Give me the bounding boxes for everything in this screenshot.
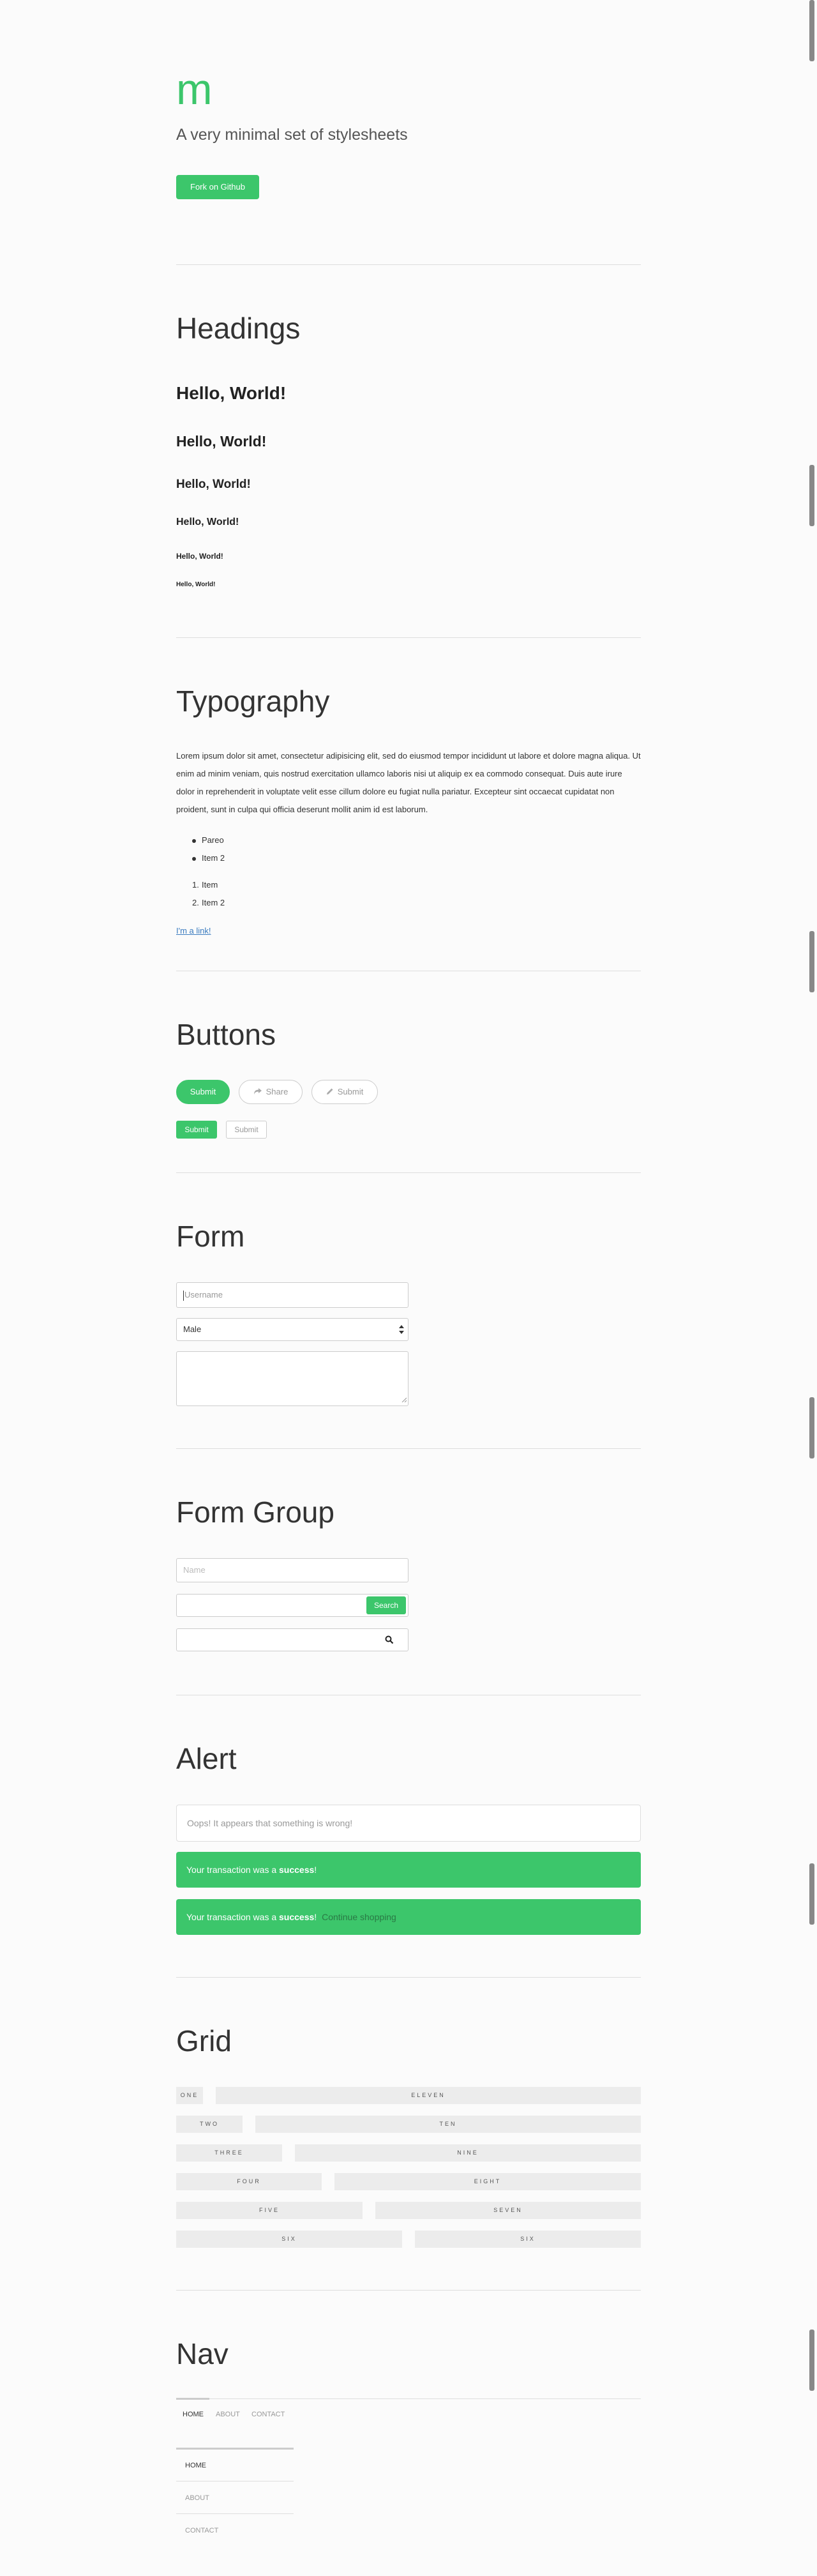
divider [176,264,641,265]
heading-h4-sample: Hello, World! [176,517,239,527]
heading-h2-sample: Hello, World! [176,433,267,450]
pencil-icon [326,1081,334,1104]
scrollbar-thumb[interactable] [809,1863,814,1925]
ordered-number: 2. [192,898,199,907]
share-pill-button[interactable]: Share [239,1080,303,1104]
side-nav-item-about[interactable]: ABOUT [176,2482,294,2514]
divider [176,1172,641,1173]
submit-with-icon-button[interactable]: Submit [311,1080,378,1104]
ordered-list-item: Item 2 [202,898,225,907]
scrollbar-thumb[interactable] [809,0,814,61]
divider [176,2290,641,2291]
message-textarea[interactable] [176,1351,408,1406]
success-alert-text: Your transaction was a [186,1912,280,1922]
scrollbar-thumb[interactable] [809,2330,814,2391]
grid-cell-five: five [176,2202,363,2219]
ordered-list-item: Item [202,880,218,890]
lorem-paragraph: Lorem ipsum dolor sit amet, consectetur … [176,751,641,814]
tagline: A very minimal set of stylesheets [176,126,408,144]
scrollbar-thumb[interactable] [809,931,814,992]
divider [176,1977,641,1978]
nav-top-border [176,2398,641,2399]
side-nav-item-contact[interactable]: CONTACT [176,2515,294,2547]
gender-select[interactable]: Male [176,1318,408,1341]
username-placeholder: Username [184,1290,223,1299]
ordered-number: 1. [192,880,199,890]
section-title-grid: Grid [176,2024,232,2057]
grid-cell-eleven: eleven [216,2087,641,2104]
submit-pill-button[interactable]: Submit [176,1080,230,1104]
nav-item-about[interactable]: ABOUT [216,2411,240,2418]
gender-select-value: Male [183,1324,202,1334]
section-title-alert: Alert [176,1742,237,1775]
section-title-form: Form [176,1220,245,1253]
search-input[interactable]: Search [176,1594,408,1617]
search-icon[interactable] [385,1635,394,1646]
grid-cell-eight: eight [334,2173,641,2190]
grid-cell-one: one [176,2087,203,2104]
submit-small-outline-button[interactable]: Submit [226,1121,267,1139]
bullet-icon [192,857,196,861]
success-word: success [279,1912,315,1922]
grid-cell-ten: ten [255,2116,641,2133]
continue-shopping-link[interactable]: Continue shopping [322,1912,396,1922]
grid-cell-two: two [176,2116,243,2133]
heading-h6-sample: Hello, World! [176,581,216,588]
scrollbar-thumb[interactable] [809,465,814,526]
grid-cell-three: three [176,2144,282,2162]
divider [176,1448,641,1449]
success-word: success [279,1865,315,1875]
search-button[interactable]: Search [366,1596,406,1614]
submit-small-button[interactable]: Submit [176,1121,217,1139]
name-placeholder: Name [183,1565,206,1575]
submit-label: Submit [337,1087,364,1096]
heading-h1-sample: Hello, World! [176,383,287,403]
section-title-headings: Headings [176,312,301,345]
grid-cell-six-left: six [176,2231,402,2248]
select-arrows-icon [399,1319,404,1349]
success-alert-suffix: ! [314,1912,317,1922]
nav-item-contact[interactable]: CONTACT [251,2411,285,2418]
fork-on-github-button[interactable]: Fork on Github [176,175,259,199]
sample-link[interactable]: I'm a link! [176,926,211,936]
name-input[interactable]: Name [176,1558,408,1582]
heading-h5-sample: Hello, World! [176,552,223,561]
success-alert: Your transaction was a success! [176,1852,641,1888]
icon-search-input[interactable] [176,1628,408,1651]
divider [176,637,641,638]
resize-handle-icon[interactable] [401,1395,407,1404]
list-item: Pareo [202,835,224,845]
success-alert-text: Your transaction was a [186,1865,280,1875]
list-item: Item 2 [202,853,225,863]
section-title-buttons: Buttons [176,1018,276,1051]
success-alert-suffix: ! [314,1865,317,1875]
section-title-typography: Typography [176,685,330,718]
share-label: Share [266,1087,289,1096]
nav-item-home[interactable]: HOME [183,2411,204,2418]
grid-cell-six-right: six [415,2231,641,2248]
grid-cell-four: four [176,2173,322,2190]
side-nav-item-home[interactable]: HOME [176,2450,294,2481]
share-icon [253,1081,262,1104]
page: m A very minimal set of stylesheets Fork… [0,0,817,2576]
heading-h3-sample: Hello, World! [176,478,251,491]
scrollbar-thumb[interactable] [809,1397,814,1458]
logo: m [176,65,213,114]
grid-cell-seven: seven [375,2202,641,2219]
success-alert-with-link: Your transaction was a success! Continue… [176,1899,641,1935]
nav-active-indicator [176,2398,209,2400]
warning-alert: Oops! It appears that something is wrong… [176,1805,641,1842]
section-title-form-group: Form Group [176,1496,334,1529]
text-cursor [183,1290,184,1301]
grid-cell-nine: nine [295,2144,641,2162]
section-title-nav: Nav [176,2337,229,2370]
bullet-icon [192,839,196,843]
username-input[interactable]: Username [176,1282,408,1308]
